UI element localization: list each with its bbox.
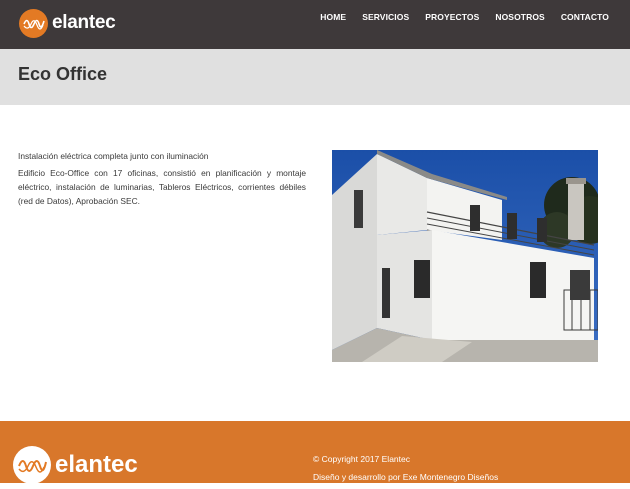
nav-proyectos[interactable]: PROYECTOS <box>425 12 479 22</box>
project-photo <box>332 150 598 362</box>
brand-name: elantec <box>52 12 116 33</box>
brand-logo-link[interactable]: elantec <box>19 8 116 38</box>
page-title: Eco Office <box>18 64 108 84</box>
footer-logo-link[interactable]: elantec <box>13 446 138 484</box>
footer-credits: Diseño y desarrollo por Exe Montenegro D… <box>313 472 499 482</box>
nav-nosotros[interactable]: NOSOTROS <box>495 12 544 22</box>
nav-contacto[interactable]: CONTACTO <box>561 12 609 22</box>
nav-servicios[interactable]: SERVICIOS <box>362 12 409 22</box>
project-subtitle: Instalación eléctrica completa junto con… <box>18 151 209 161</box>
elantec-footer-logo-icon <box>13 446 51 484</box>
elantec-logo-icon <box>19 8 48 38</box>
project-body: Edificio Eco-Office con 17 oficinas, con… <box>18 168 306 206</box>
main-nav: HOME SERVICIOS PROYECTOS NOSOTROS CONTAC… <box>304 12 609 22</box>
footer-copyright: © Copyright 2017 Elantec <box>313 454 410 464</box>
project-description: Instalación eléctrica completa junto con… <box>18 149 306 211</box>
nav-home[interactable]: HOME <box>320 12 346 22</box>
footer-brand-name: elantec <box>55 451 138 478</box>
